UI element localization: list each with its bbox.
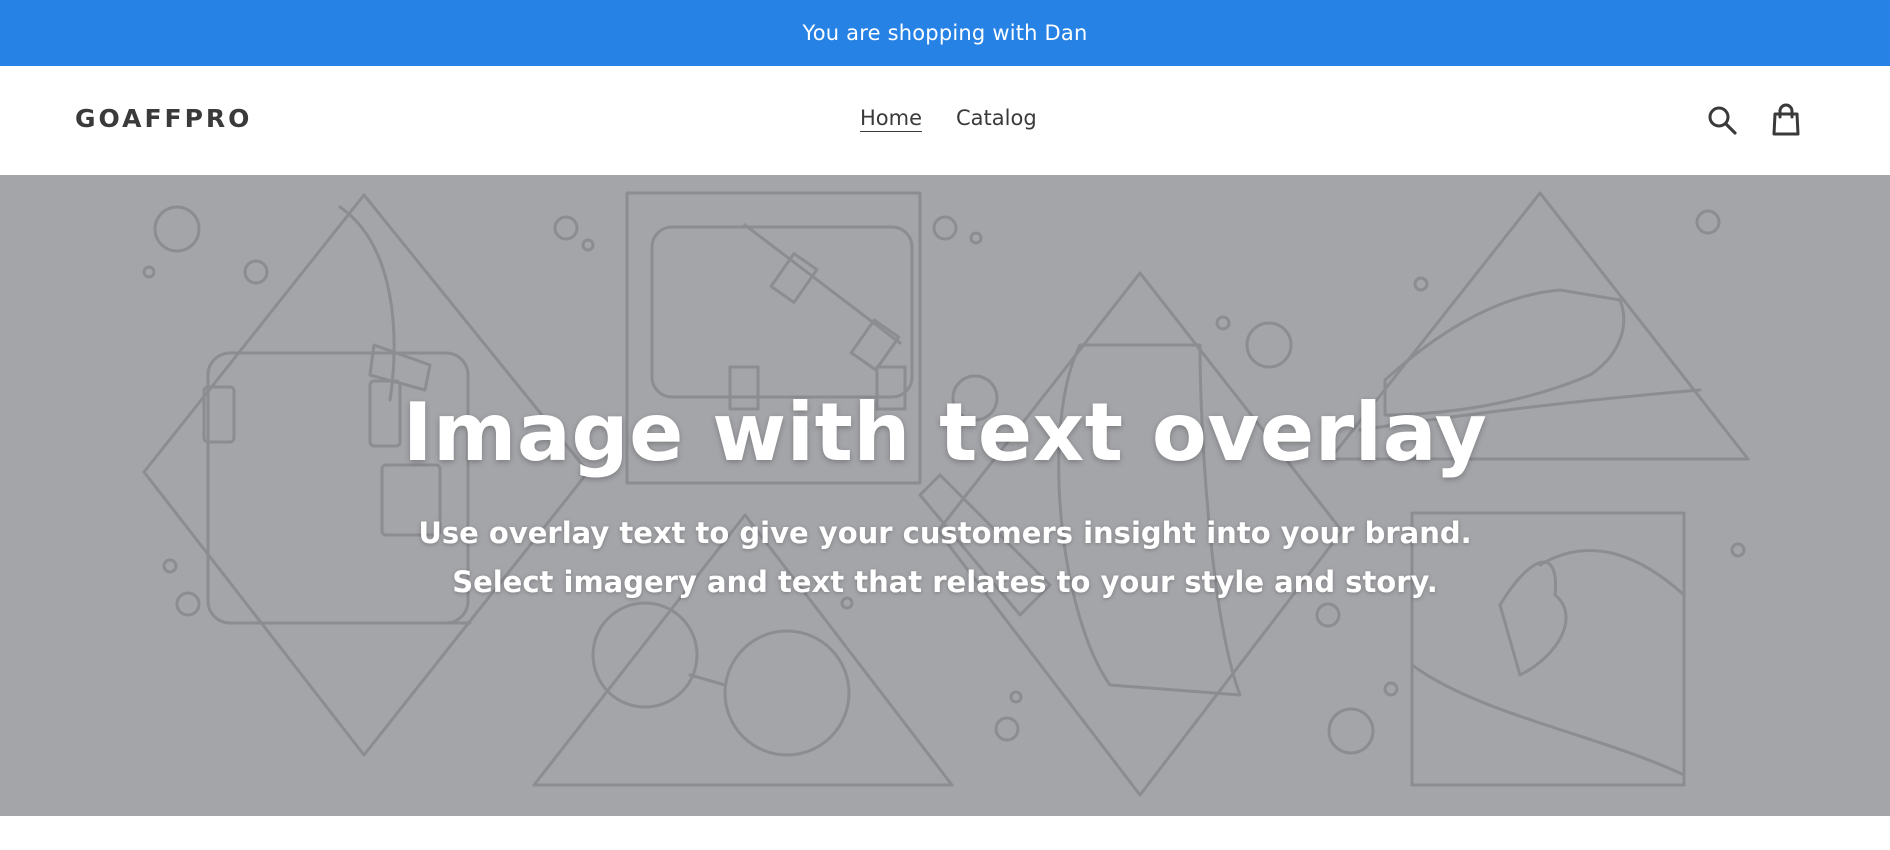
store-logo[interactable]: GOAFFPRO: [75, 104, 252, 133]
search-button[interactable]: [1702, 100, 1742, 140]
announcement-bar: You are shopping with Dan: [0, 0, 1890, 66]
nav-link-catalog[interactable]: Catalog: [956, 106, 1037, 132]
hero-text-block: Image with text overlay Use overlay text…: [0, 393, 1890, 607]
hero-subtitle: Use overlay text to give your customers …: [0, 509, 1890, 607]
search-icon: [1708, 106, 1737, 135]
site-header: GOAFFPRO Home Catalog: [0, 66, 1890, 175]
cart-icon: [1772, 103, 1800, 136]
cart-button[interactable]: [1766, 100, 1806, 140]
hero-image-overlay: Image with text overlay Use overlay text…: [0, 175, 1890, 816]
announcement-text: You are shopping with Dan: [802, 21, 1088, 45]
hero-subtitle-line-2: Select imagery and text that relates to …: [452, 565, 1438, 599]
main-nav: Home Catalog: [860, 106, 1037, 132]
hero-subtitle-line-1: Use overlay text to give your customers …: [418, 516, 1472, 550]
hero-title: Image with text overlay: [402, 386, 1488, 479]
nav-link-home[interactable]: Home: [860, 106, 923, 132]
